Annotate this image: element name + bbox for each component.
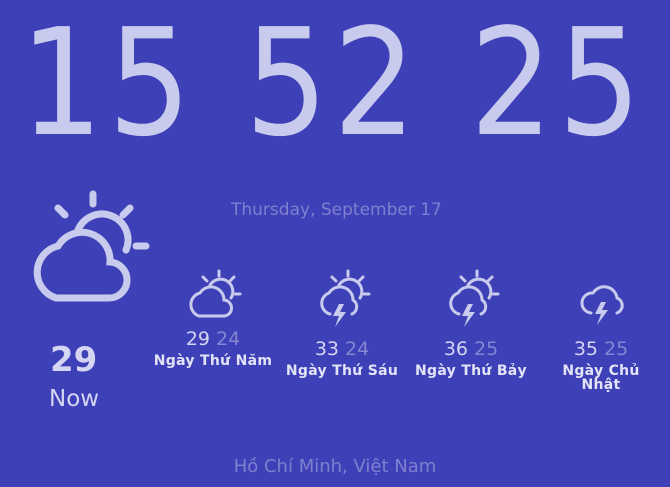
forecast-low: 25 bbox=[474, 338, 499, 360]
forecast-high: 29 bbox=[185, 328, 210, 350]
forecast-day-name: Ngày Thứ Bảy bbox=[415, 363, 527, 379]
thunderstorm-sun-icon bbox=[449, 269, 500, 327]
thunderstorm-sun-icon bbox=[320, 269, 371, 327]
forecast-low: 24 bbox=[216, 328, 241, 350]
forecast-day: 36 25 Ngày Thứ Bảy bbox=[406, 268, 536, 378]
clock-display: 15 52 25 bbox=[0, 8, 670, 158]
forecast-day-name: Ngày Chủ Nhật bbox=[562, 363, 640, 393]
forecast-day-name: Ngày Thứ Năm bbox=[153, 353, 273, 369]
forecast-high: 35 bbox=[573, 338, 598, 360]
forecast-high: 36 bbox=[443, 338, 468, 360]
forecast-day: 35 25 Ngày Chủ Nhật bbox=[536, 281, 666, 392]
weather-clock-screen: 15 52 25 Thursday, September 17 29 Now 2… bbox=[0, 0, 670, 487]
forecast-day: 33 24 Ngày Thứ Sáu bbox=[277, 268, 407, 378]
partly-cloudy-day-icon bbox=[189, 269, 242, 318]
thunderstorm-icon bbox=[580, 285, 624, 325]
current-date: Thursday, September 17 bbox=[231, 200, 442, 220]
current-label: Now bbox=[49, 386, 100, 412]
forecast-low: 25 bbox=[604, 338, 629, 360]
forecast-day: 29 24 Ngày Thứ Năm bbox=[148, 268, 278, 368]
clock-seconds: 25 bbox=[470, 0, 647, 169]
clock-hours: 15 bbox=[20, 0, 197, 169]
clock-minutes: 52 bbox=[245, 0, 422, 169]
location-label: Hồ Chí Minh, Việt Nam bbox=[233, 456, 437, 477]
current-temperature: 29 bbox=[50, 340, 98, 380]
forecast-day-name: Ngày Thứ Sáu bbox=[285, 363, 399, 379]
partly-cloudy-day-icon bbox=[33, 190, 150, 302]
forecast-low: 24 bbox=[345, 338, 370, 360]
forecast-high: 33 bbox=[314, 338, 339, 360]
